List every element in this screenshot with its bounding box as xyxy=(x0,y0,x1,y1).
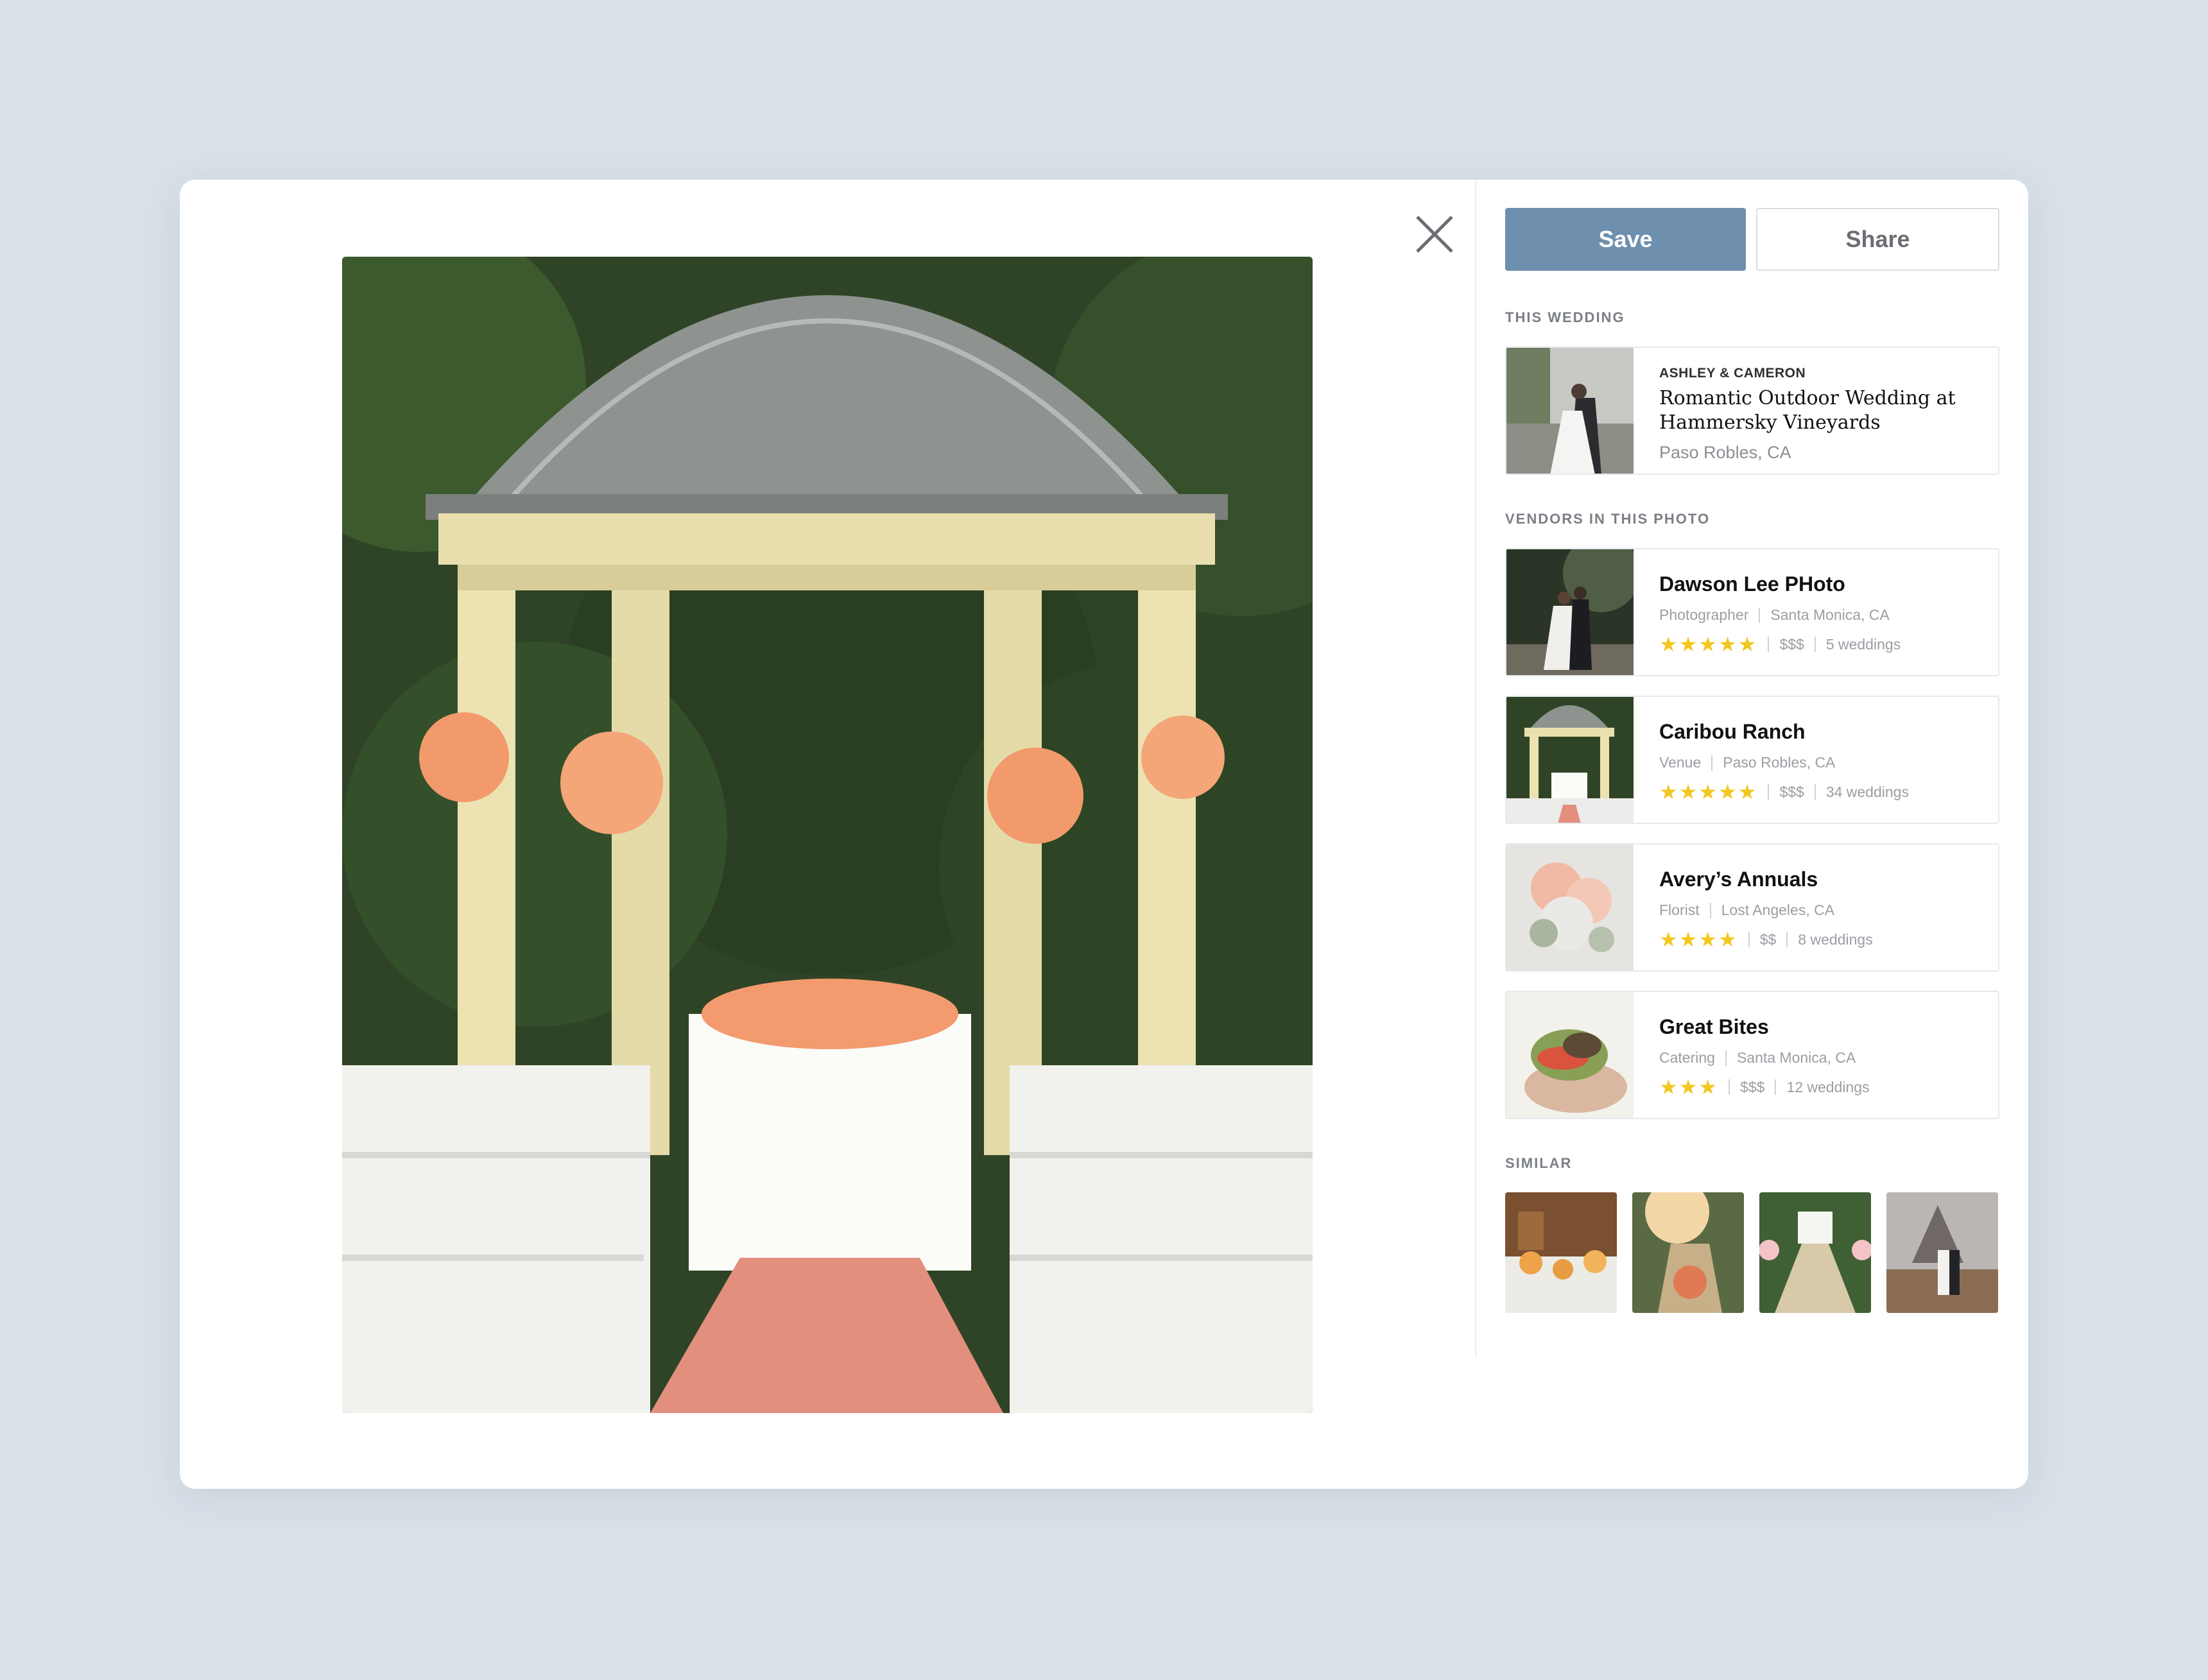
close-icon xyxy=(1416,216,1453,253)
similar-photo[interactable] xyxy=(1505,1192,1617,1313)
similar-photo[interactable] xyxy=(1632,1192,1744,1313)
vendor-category: Venue xyxy=(1659,754,1702,771)
vendor-price: $$$ xyxy=(1740,1078,1765,1095)
separator xyxy=(1725,1050,1727,1066)
vendor-card[interactable]: Avery’s Annuals Florist Lost Angeles, CA … xyxy=(1505,843,1999,972)
vendor-meta: Venue Paso Robles, CA xyxy=(1659,754,1909,771)
vendor-info: Great Bites Catering Santa Monica, CA ★★★… xyxy=(1634,992,1870,1118)
separator xyxy=(1709,902,1711,918)
wedding-info: ASHLEY & CAMERON Romantic Outdoor Weddin… xyxy=(1634,348,1993,474)
wedding-location: Paso Robles, CA xyxy=(1659,443,1791,462)
vendor-meta: Catering Santa Monica, CA xyxy=(1659,1049,1870,1067)
star-rating: ★★★★★ xyxy=(1659,780,1758,803)
close-button[interactable] xyxy=(1406,205,1463,263)
detail-sidebar: Save Share THIS WEDDING ASHLEY & CAMERON… xyxy=(1505,208,1999,1313)
vendor-location: Lost Angeles, CA xyxy=(1721,902,1835,918)
vendor-info: Dawson Lee PHoto Photographer Santa Monic… xyxy=(1634,549,1901,675)
separator xyxy=(1711,755,1713,771)
vendor-name[interactable]: Great Bites xyxy=(1659,1015,1870,1039)
vendors-heading: VENDORS IN THIS PHOTO xyxy=(1505,511,1711,527)
vendor-price: $$ xyxy=(1759,930,1777,948)
vendor-weddings: 5 weddings xyxy=(1825,635,1901,653)
vendor-info: Caribou Ranch Venue Paso Robles, CA ★★★★★… xyxy=(1634,697,1909,823)
vendor-rating-row: ★★★★ $$ 8 weddings xyxy=(1659,929,1873,950)
vendor-thumbnail xyxy=(1506,697,1634,823)
wedding-thumbnail xyxy=(1506,348,1634,474)
star-rating: ★★★ xyxy=(1659,1076,1719,1099)
vendor-category: Catering xyxy=(1659,1049,1715,1066)
vendor-meta: Florist Lost Angeles, CA xyxy=(1659,902,1873,919)
wedding-title[interactable]: Romantic Outdoor Wedding at Hammersky Vi… xyxy=(1659,386,1993,435)
photo-detail-modal: Save Share THIS WEDDING ASHLEY & CAMERON… xyxy=(180,180,2028,1489)
separator xyxy=(1786,932,1788,947)
separator xyxy=(1729,1079,1730,1095)
vendor-card[interactable]: Caribou Ranch Venue Paso Robles, CA ★★★★★… xyxy=(1505,696,1999,824)
similar-photos xyxy=(1505,1192,1999,1313)
separator xyxy=(1814,637,1816,652)
separator xyxy=(1748,932,1750,947)
star-rating: ★★★★★ xyxy=(1659,633,1758,656)
vendor-location: Paso Robles, CA xyxy=(1723,754,1836,771)
separator xyxy=(1814,784,1816,800)
couple-names: ASHLEY & CAMERON xyxy=(1659,366,1806,381)
vendor-price: $$$ xyxy=(1779,783,1804,800)
vendor-category: Florist xyxy=(1659,902,1700,918)
vendor-card[interactable]: Great Bites Catering Santa Monica, CA ★★★… xyxy=(1505,991,1999,1119)
vendor-category: Photographer xyxy=(1659,606,1749,623)
vendor-rating-row: ★★★ $$$ 12 weddings xyxy=(1659,1077,1870,1097)
separator xyxy=(1768,637,1770,652)
action-buttons: Save Share xyxy=(1505,208,1999,271)
vendor-thumbnail xyxy=(1506,844,1634,970)
vendor-card[interactable]: Dawson Lee PHoto Photographer Santa Monic… xyxy=(1505,548,1999,676)
vendor-thumbnail xyxy=(1506,549,1634,675)
vendor-info: Avery’s Annuals Florist Lost Angeles, CA … xyxy=(1634,844,1873,970)
vendor-weddings: 8 weddings xyxy=(1798,930,1873,948)
star-rating: ★★★★ xyxy=(1659,928,1738,951)
vendor-weddings: 34 weddings xyxy=(1825,783,1909,800)
vendor-weddings: 12 weddings xyxy=(1786,1078,1870,1095)
vendor-location: Santa Monica, CA xyxy=(1770,606,1890,623)
this-wedding-heading: THIS WEDDING xyxy=(1505,309,1625,325)
vendor-list: Dawson Lee PHoto Photographer Santa Monic… xyxy=(1505,548,1999,1119)
separator xyxy=(1759,607,1761,623)
vendor-name[interactable]: Avery’s Annuals xyxy=(1659,868,1873,891)
vendor-price: $$$ xyxy=(1779,635,1804,653)
separator xyxy=(1768,784,1770,800)
panel-divider xyxy=(1475,180,1476,1358)
vendor-rating-row: ★★★★★ $$$ 5 weddings xyxy=(1659,634,1901,655)
main-photo[interactable] xyxy=(342,257,1313,1413)
share-button[interactable]: Share xyxy=(1756,208,1999,271)
vendor-rating-row: ★★★★★ $$$ 34 weddings xyxy=(1659,782,1909,802)
vendor-name[interactable]: Caribou Ranch xyxy=(1659,720,1909,744)
wedding-card[interactable]: ASHLEY & CAMERON Romantic Outdoor Weddin… xyxy=(1505,347,1999,475)
save-button[interactable]: Save xyxy=(1505,208,1746,271)
similar-heading: SIMILAR xyxy=(1505,1155,1573,1171)
vendor-meta: Photographer Santa Monica, CA xyxy=(1659,606,1901,624)
separator xyxy=(1775,1079,1777,1095)
similar-photo[interactable] xyxy=(1759,1192,1871,1313)
vendor-thumbnail xyxy=(1506,992,1634,1118)
vendor-location: Santa Monica, CA xyxy=(1736,1049,1856,1066)
similar-photo[interactable] xyxy=(1886,1192,1998,1313)
vendor-name[interactable]: Dawson Lee PHoto xyxy=(1659,572,1901,596)
